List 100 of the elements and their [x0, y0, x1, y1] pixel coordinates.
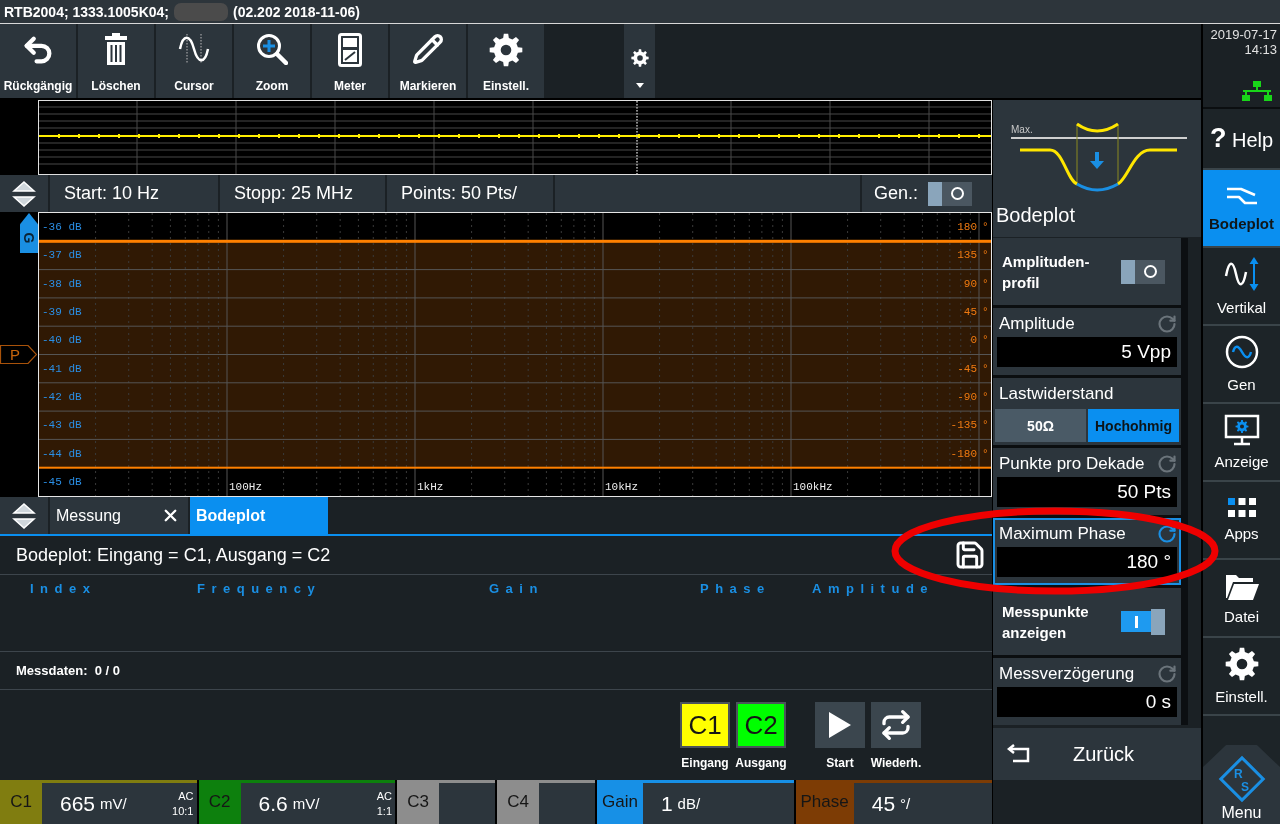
toolbar-button[interactable]: Löschen [78, 24, 154, 98]
degree-unit: ° [982, 221, 989, 234]
back-button[interactable]: Zurück [993, 728, 1201, 780]
measurement-count: Messdaten: 0 / 0 [16, 663, 121, 678]
channel-label[interactable]: C1 [0, 780, 42, 824]
clock-time: 14:13 [1244, 42, 1277, 57]
toggle-switch[interactable] [928, 180, 972, 207]
start-button[interactable] [815, 702, 865, 748]
menu-button[interactable]: R S Menu [1203, 745, 1280, 824]
phase-axis-label: -135 [950, 419, 977, 432]
toolbar-button[interactable]: Einstell. [468, 24, 544, 98]
gain-axis-label: -38 dB [42, 277, 82, 290]
degree-unit: ° [982, 249, 989, 262]
channel-label[interactable]: C2 [198, 780, 241, 824]
source-caption: Eingang [681, 756, 729, 770]
resize-button[interactable] [0, 175, 48, 212]
network-icon [1241, 81, 1273, 101]
toolbar-button[interactable]: Cursor [156, 24, 232, 98]
setting-label: Punkte pro Dekade [999, 453, 1146, 474]
gain-axis-label: -39 dB [42, 306, 82, 319]
option-button[interactable]: Hochohmig [1088, 409, 1179, 442]
phase-axis-label: 135 [957, 249, 977, 262]
value-field[interactable]: 0 s [997, 687, 1177, 717]
channel-label[interactable]: C4 [497, 780, 539, 824]
sweep-setting-field[interactable]: Points: 50 Pts/ [387, 175, 553, 212]
multimeter-icon [338, 33, 362, 67]
sweep-setting-field[interactable]: Start: 10 Hz [50, 175, 218, 212]
sine-circle-icon [1224, 335, 1259, 369]
off-symbol-icon [950, 187, 964, 200]
value-field[interactable]: 180 ° [997, 547, 1177, 577]
reset-icon[interactable] [1157, 313, 1177, 334]
channel-label[interactable]: C3 [397, 780, 439, 824]
column-header: Amplitude [812, 580, 936, 596]
scrollbar-track[interactable] [1181, 238, 1188, 725]
clock-date: 2019-07-17 [1210, 27, 1277, 42]
gain-marker[interactable]: G [20, 213, 38, 253]
settings-icon [1224, 647, 1259, 681]
gain-axis-label: -44 dB [42, 447, 82, 460]
setting-label: Maximum Phase [999, 523, 1127, 544]
generator-label: Gen.: [874, 183, 919, 204]
gain-axis-label: -43 dB [42, 419, 82, 432]
setting-label: Amplituden-profil [1002, 251, 1091, 293]
phase-axis-label: 45 [963, 306, 977, 319]
channel-label[interactable]: Gain [597, 780, 643, 824]
source-button[interactable]: C2 [736, 702, 786, 748]
gain-axis-label: -40 dB [42, 334, 82, 347]
toolbar-button[interactable]: Markieren [390, 24, 466, 98]
toolbar-button[interactable]: Rückgängig [0, 24, 76, 98]
tab[interactable]: Messung [50, 497, 188, 534]
return-arrow-icon [1005, 744, 1031, 764]
option-button[interactable]: 50Ω [995, 409, 1086, 442]
reset-icon[interactable] [1157, 523, 1177, 544]
monitor-gear-icon [1223, 414, 1260, 446]
phase-marker[interactable]: P [0, 345, 37, 364]
source-button[interactable]: C1 [680, 702, 730, 748]
degree-unit: ° [982, 277, 989, 290]
sweep-setting-field[interactable]: Stopp: 25 MHz [220, 175, 385, 212]
apps-grid-icon [1227, 498, 1256, 518]
setting-label: Lastwiderstand [999, 383, 1115, 404]
sine-arrow-icon [1223, 256, 1260, 292]
scale-value: 45 [871, 791, 896, 816]
value-field[interactable]: 5 Vpp [997, 337, 1177, 367]
probe-ratio: 10:1 [172, 805, 194, 817]
position-marker[interactable] [636, 101, 638, 174]
value-field[interactable]: 50 Pts [997, 477, 1177, 507]
toggle-switch[interactable] [1121, 608, 1165, 635]
toggle-switch[interactable] [1121, 258, 1165, 285]
repeat-icon [880, 709, 912, 741]
reset-icon[interactable] [1157, 453, 1177, 474]
degree-unit: ° [982, 390, 989, 403]
gain-axis-label: -45 dB [42, 475, 82, 488]
scale-unit: dB/ [677, 795, 701, 812]
action-caption: Start [826, 756, 854, 770]
redacted-block [174, 2, 228, 21]
result-title: Bodeplot: Eingang = C1, Ausgang = C2 [16, 544, 331, 566]
off-symbol-icon [1143, 265, 1157, 278]
resize-button[interactable] [0, 497, 48, 534]
repeat-button[interactable] [871, 702, 921, 748]
source-caption: Ausgang [735, 756, 787, 770]
setting-label: Amplitude [999, 313, 1076, 334]
caret-icon [635, 82, 644, 88]
action-caption: Wiederh. [870, 756, 922, 770]
panel-title: Bodeplot [995, 204, 1076, 227]
setting-label: Messpunkte anzeigen [1002, 601, 1090, 643]
gain-axis-label: -37 dB [42, 249, 82, 262]
reset-icon[interactable] [1157, 663, 1177, 684]
column-header: Gain [489, 580, 545, 596]
save-icon[interactable] [954, 539, 986, 571]
scale-value: 665 [60, 791, 96, 816]
coupling-label: AC [178, 790, 194, 802]
gain-axis-label: -41 dB [42, 362, 82, 375]
coupling-label: AC [376, 790, 392, 802]
scale-unit: mV/ [100, 795, 127, 812]
sidebar-item[interactable]: Bodeplot [1203, 168, 1280, 246]
settings-menu-button[interactable] [624, 24, 655, 98]
toolbar-button[interactable]: Zoom [234, 24, 310, 98]
brand-logo: R S [1216, 754, 1267, 804]
scale-value: 1 [660, 791, 673, 816]
firmware-version: (02.202 2018-11-06) [233, 3, 360, 20]
toolbar-button[interactable]: Meter [312, 24, 388, 98]
